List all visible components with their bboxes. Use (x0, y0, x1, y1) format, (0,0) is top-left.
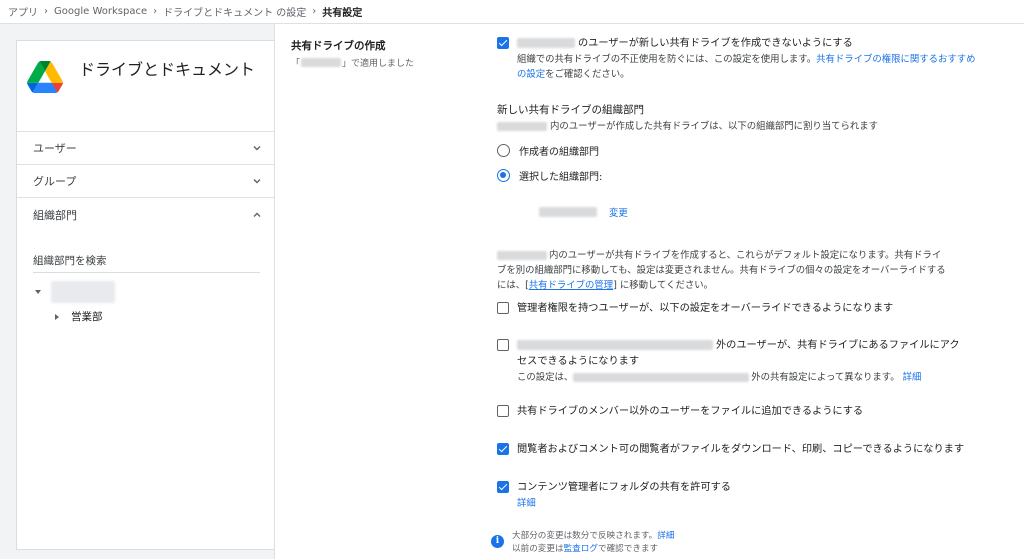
sidebar-section-groups[interactable]: グループ (17, 165, 274, 198)
app-sidebar-card: ドライブとドキュメント ユーザー グループ 組織部門 組織部門を検索 営業部 (16, 40, 274, 550)
radio-label: 作成者の組織部門 (519, 147, 599, 158)
org-root-name-redacted[interactable] (51, 281, 115, 303)
setting-label-line-2: セスできるようになります (517, 356, 640, 367)
breadcrumb-item-workspace[interactable]: Google Workspace (54, 6, 147, 17)
setting-desc-prefix: この設定は、 (517, 372, 574, 383)
org-name-redacted (517, 38, 575, 48)
org-name-redacted (573, 373, 750, 382)
applied-note-prefix: 「 (291, 59, 301, 69)
setting-label: 閲覧者およびコメント可の閲覧者がファイルをダウンロード、印刷、コピーできるように… (517, 444, 965, 455)
setting-label: のユーザーが新しい共有ドライブを作成できないようにする (517, 36, 977, 52)
org-name-redacted (301, 58, 342, 67)
manage-shared-drives-link[interactable]: 共有ドライブの管理 (529, 280, 613, 291)
setting-prevent-create-shared-drive: のユーザーが新しい共有ドライブを作成できないようにする 組織での共有ドライブの不… (497, 36, 977, 82)
info-line-1: 大部分の変更は数分で反映されます。 (512, 531, 658, 541)
tree-expand-icon[interactable] (35, 290, 41, 294)
details-link[interactable]: 詳細 (903, 372, 922, 383)
setting-admin-override: 管理者権限を持つユーザーが、以下の設定をオーバーライドできるようになります (497, 301, 977, 317)
setting-label: 共有ドライブのメンバー以外のユーザーをファイルに追加できるようにする (517, 406, 864, 417)
section-applied-note: 「 」で適用しました (291, 56, 414, 69)
sidebar-section-org-units[interactable]: 組織部門 (17, 198, 274, 231)
google-drive-logo (27, 61, 63, 93)
tree-collapsed-icon[interactable] (55, 313, 59, 320)
note-line-2: ブを別の組織部門に移動しても、設定は変更されません。共有ドライブの個々の設定をオ… (497, 265, 946, 276)
breadcrumb-item-drive-settings[interactable]: ドライブとドキュメント の設定 (163, 4, 306, 19)
setting-add-non-members: 共有ドライブのメンバー以外のユーザーをファイルに追加できるようにする (497, 404, 977, 420)
setting-desc-end: をご確認ください。 (545, 69, 630, 80)
breadcrumb-item-apps[interactable]: アプリ (8, 4, 38, 19)
setting-external-access: 外のユーザーが、共有ドライブにあるファイルにアク セスできるようになります この… (497, 338, 977, 385)
new-ou-heading: 新しい共有ドライブの組織部門 (497, 104, 644, 116)
checkbox-empty-icon[interactable] (497, 405, 509, 417)
note-line-3-prefix: には、[ (497, 280, 529, 291)
breadcrumb: アプリ › Google Workspace › ドライブとドキュメント の設定… (0, 0, 1024, 24)
org-name-redacted (497, 122, 547, 131)
sidebar-section-label: グループ (33, 175, 77, 188)
setting-desc-text: 組織での共有ドライブの不正使用を防ぐには、この設定を使用します。 (517, 54, 817, 65)
info-details-link[interactable]: 詳細 (657, 531, 674, 541)
checkbox-empty-icon[interactable] (497, 302, 509, 314)
radio-selected-ou[interactable]: 選択した組織部門: (497, 168, 602, 183)
new-ou-desc-text: 内のユーザーが作成した共有ドライブは、以下の組織部門に割り当てられます (550, 121, 878, 132)
sidebar-section-label: ユーザー (33, 142, 77, 155)
details-link[interactable]: 詳細 (517, 498, 536, 509)
org-tree-item-sales[interactable]: 営業部 (55, 309, 274, 324)
org-name-redacted (497, 251, 547, 260)
setting-viewers-download: 閲覧者およびコメント可の閲覧者がファイルをダウンロード、印刷、コピーできるように… (497, 442, 977, 458)
checkbox-checked-icon[interactable] (497, 481, 509, 493)
setting-label-text: 外のユーザーが、共有ドライブにあるファイルにアク (716, 340, 960, 351)
app-title: ドライブとドキュメント (79, 60, 256, 79)
setting-label: コンテンツ管理者にフォルダの共有を許可する (517, 482, 731, 493)
setting-label: 外のユーザーが、共有ドライブにあるファイルにアク (517, 338, 960, 354)
chevron-down-icon (253, 146, 261, 151)
setting-label-text: のユーザーが新しい共有ドライブを作成できないようにする (578, 38, 853, 49)
applied-note-suffix: 」で適用しました (342, 59, 415, 69)
org-name-redacted (539, 207, 597, 217)
note-line-1: 内のユーザーが共有ドライブを作成すると、これらがデフォルト設定になります。共有ド… (549, 250, 942, 261)
default-settings-note: 内のユーザーが共有ドライブを作成すると、これらがデフォルト設定になります。共有ド… (497, 248, 977, 293)
chevron-right-icon: › (312, 6, 317, 17)
settings-panel: 共有ドライブの作成 「 」で適用しました のユーザーが新しい共有ドライブを作成で… (274, 24, 1024, 559)
selected-ou-row: 変更 (539, 205, 628, 219)
setting-content-manager-share-folders: コンテンツ管理者にフォルダの共有を許可する 詳細 (497, 480, 977, 511)
radio-label: 選択した組織部門: (519, 172, 603, 183)
app-header: ドライブとドキュメント (17, 41, 274, 132)
checkbox-checked-icon[interactable] (497, 37, 509, 49)
audit-log-link[interactable]: 監査ログ (564, 544, 598, 554)
chevron-down-icon (253, 179, 261, 184)
org-tree-item-label: 営業部 (71, 311, 103, 323)
chevron-right-icon: › (153, 6, 158, 17)
sidebar-section-label: 組織部門 (33, 208, 77, 222)
setting-description: この設定は、 外の共有設定によって異なります。 詳細 (517, 370, 960, 385)
breadcrumb-current: 共有設定 (322, 8, 363, 19)
setting-label: 管理者権限を持つユーザーが、以下の設定をオーバーライドできるようになります (517, 303, 894, 314)
info-line-2-suffix: で確認できます (597, 544, 659, 554)
org-name-redacted (517, 340, 713, 350)
checkbox-empty-icon[interactable] (497, 339, 509, 351)
section-title: 共有ドライブの作成 (291, 40, 386, 52)
org-unit-search[interactable]: 組織部門を検索 (33, 253, 260, 273)
info-note: i 大部分の変更は数分で反映されます。詳細 以前の変更は監査ログで確認できます (491, 530, 674, 556)
info-line-2-prefix: 以前の変更は (512, 544, 564, 554)
setting-desc-suffix: 外の共有設定によって異なります。 (751, 372, 900, 383)
note-line-3-suffix: ] に移動してください。 (613, 280, 714, 291)
change-ou-link[interactable]: 変更 (609, 205, 628, 219)
radio-selected-icon[interactable] (497, 169, 510, 182)
new-ou-description: 内のユーザーが作成した共有ドライブは、以下の組織部門に割り当てられます (497, 119, 977, 134)
chevron-up-icon (253, 212, 261, 217)
checkbox-checked-icon[interactable] (497, 443, 509, 455)
info-icon: i (491, 535, 504, 548)
radio-creator-ou[interactable]: 作成者の組織部門 (497, 143, 599, 158)
org-tree-root[interactable] (33, 281, 274, 303)
sidebar-section-users[interactable]: ユーザー (17, 132, 274, 165)
chevron-right-icon: › (44, 6, 48, 17)
setting-description: 組織での共有ドライブの不正使用を防ぐには、この設定を使用します。共有ドライブの権… (517, 52, 977, 82)
radio-icon[interactable] (497, 144, 510, 157)
